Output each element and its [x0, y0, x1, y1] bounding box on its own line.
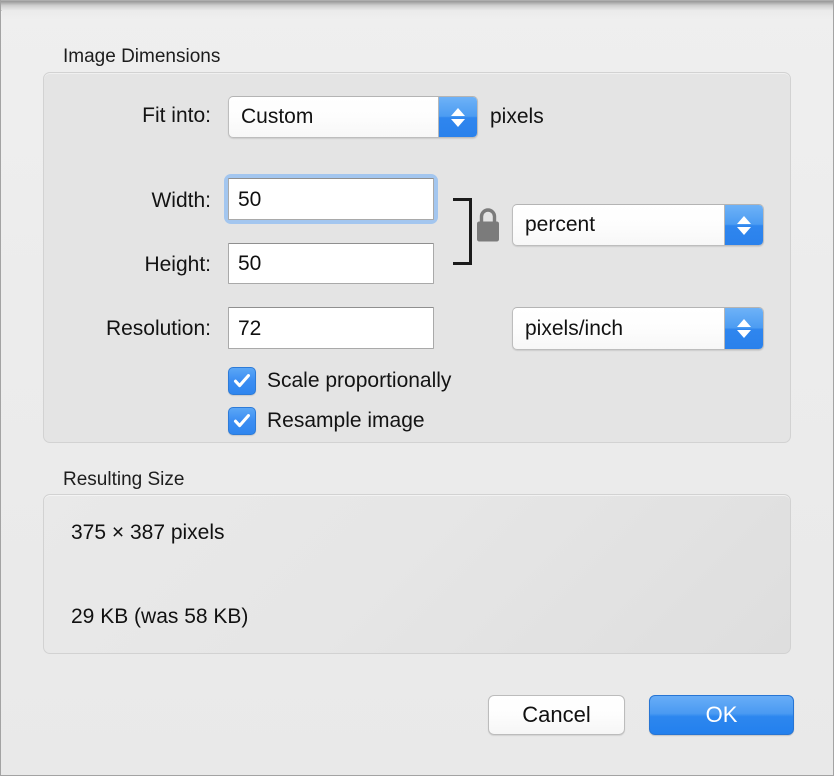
resolution-label: Resolution:: [105, 317, 211, 340]
resulting-size-group-label: Resulting Size: [63, 469, 185, 490]
fit-into-popup-button[interactable]: Custom: [228, 96, 478, 138]
resolution-unit-stepper-arrows-icon[interactable]: [724, 308, 763, 349]
scale-proportionally-checkbox[interactable]: [228, 367, 256, 395]
window-titlebar-inner: [2, 10, 833, 20]
fit-into-unit-label: pixels: [490, 105, 544, 128]
dimension-link-bracket: [453, 198, 472, 265]
height-input[interactable]: 50: [228, 243, 434, 284]
chevron-down-icon: [451, 118, 465, 127]
resample-image-checkbox[interactable]: [228, 407, 256, 435]
width-label: Width:: [151, 189, 211, 212]
width-input[interactable]: 50: [228, 178, 434, 220]
chevron-up-icon: [451, 107, 465, 116]
resulting-dimensions-text: 375 × 387 pixels: [71, 521, 225, 544]
checkmark-icon: [233, 374, 250, 388]
image-size-dialog-window: Image Dimensions Fit into: Custom pixels…: [0, 0, 834, 776]
cancel-button[interactable]: Cancel: [488, 695, 625, 735]
chevron-up-icon: [737, 215, 751, 224]
resample-image-checkbox-row[interactable]: Resample image: [228, 407, 425, 435]
fit-into-label: Fit into:: [142, 104, 211, 127]
size-unit-selected-value: percent: [525, 213, 596, 236]
chevron-up-icon: [737, 319, 751, 327]
fit-into-selected-value: Custom: [241, 105, 314, 128]
size-unit-popup-button[interactable]: percent: [512, 204, 764, 246]
checkmark-icon: [233, 414, 250, 428]
fit-into-stepper-arrows-icon[interactable]: [438, 97, 477, 137]
scale-proportionally-label: Scale proportionally: [267, 369, 452, 392]
resolution-unit-popup-button[interactable]: pixels/inch: [512, 307, 764, 350]
size-unit-stepper-arrows-icon[interactable]: [724, 205, 763, 245]
chevron-down-icon: [737, 226, 751, 235]
ok-button[interactable]: OK: [649, 695, 794, 735]
resulting-size-group-box: [43, 494, 791, 654]
resample-image-label: Resample image: [267, 409, 425, 432]
height-label: Height:: [144, 253, 211, 276]
resulting-filesize-text: 29 KB (was 58 KB): [71, 605, 249, 628]
image-dimensions-group-label: Image Dimensions: [63, 46, 221, 67]
resolution-unit-selected-value: pixels/inch: [525, 316, 624, 340]
chevron-down-icon: [737, 330, 751, 338]
scale-proportionally-checkbox-row[interactable]: Scale proportionally: [228, 367, 451, 395]
resolution-input[interactable]: 72: [228, 307, 434, 349]
lock-closed-icon[interactable]: [475, 206, 501, 243]
